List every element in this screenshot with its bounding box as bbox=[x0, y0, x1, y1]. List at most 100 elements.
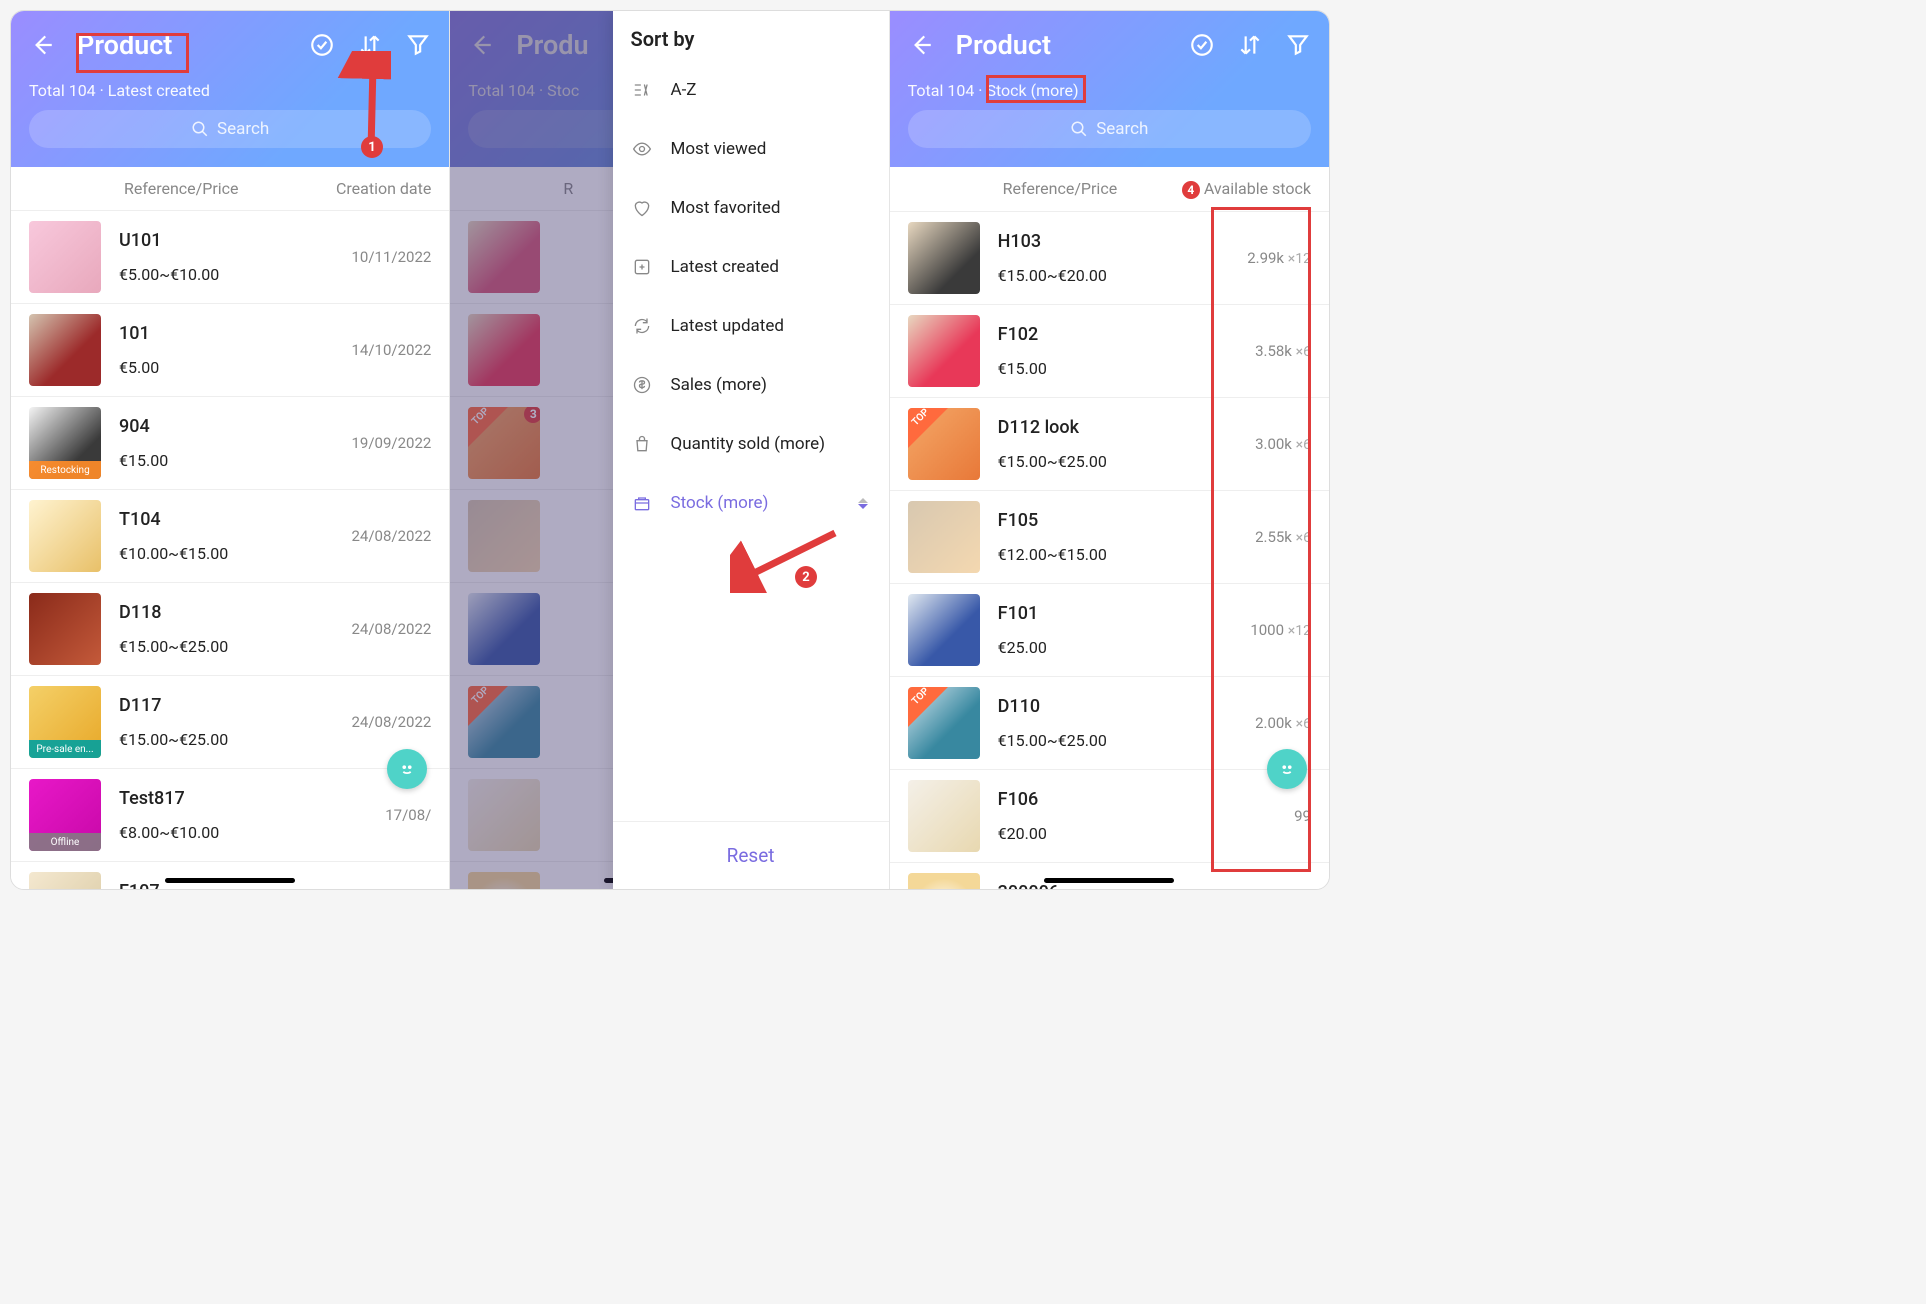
product-reference: D112 look bbox=[998, 417, 1255, 438]
home-indicator bbox=[165, 878, 295, 883]
search-input[interactable]: Search bbox=[908, 110, 1311, 148]
back-icon[interactable] bbox=[29, 32, 55, 58]
product-thumbnail[interactable] bbox=[908, 501, 980, 573]
sort-option-label: Quantity sold (more) bbox=[671, 434, 826, 454]
sort-option-most-viewed[interactable]: Most viewed bbox=[613, 120, 889, 179]
sort-icon[interactable] bbox=[357, 32, 383, 58]
product-status-badge: Offline bbox=[29, 833, 101, 851]
top-ribbon-icon bbox=[908, 687, 948, 727]
product-stock: 99 bbox=[1294, 807, 1311, 825]
product-row[interactable]: U101 €5.00~€10.00 10/11/2022 bbox=[11, 210, 449, 303]
product-row[interactable]: T104 €10.00~€15.00 24/08/2022 bbox=[11, 489, 449, 582]
page-title: Product bbox=[956, 29, 1051, 61]
top-ribbon-icon bbox=[908, 408, 948, 448]
product-reference: 101 bbox=[119, 323, 352, 344]
product-thumbnail[interactable] bbox=[29, 593, 101, 665]
product-price: €8.00~€10.00 bbox=[119, 823, 385, 842]
product-thumbnail[interactable]: Offline bbox=[908, 873, 980, 889]
product-stock: 2.99k ×12 bbox=[1247, 249, 1311, 267]
product-thumbnail[interactable] bbox=[908, 222, 980, 294]
product-date: 24/08/2022 bbox=[352, 527, 432, 545]
az-icon bbox=[631, 79, 653, 101]
filter-icon[interactable] bbox=[1285, 32, 1311, 58]
product-row[interactable]: 101 €5.00 14/10/2022 bbox=[11, 303, 449, 396]
product-row[interactable]: D110 €15.00~€25.00 2.00k ×6 bbox=[890, 676, 1329, 769]
product-date: 24/08/2022 bbox=[352, 620, 432, 638]
product-row[interactable]: F106 €20.00 99 bbox=[890, 769, 1329, 862]
sort-option-sales-more-[interactable]: Sales (more) bbox=[613, 356, 889, 415]
product-price: €15.00 bbox=[998, 359, 1255, 378]
column-headers: Reference/Price Creation date bbox=[11, 167, 449, 210]
plus-box-icon bbox=[631, 256, 653, 278]
product-thumbnail[interactable]: Restocking bbox=[29, 407, 101, 479]
product-thumbnail[interactable] bbox=[29, 221, 101, 293]
heart-icon bbox=[631, 197, 653, 219]
filter-icon[interactable] bbox=[405, 32, 431, 58]
product-row[interactable]: D112 look €15.00~€25.00 3.00k ×6 bbox=[890, 397, 1329, 490]
product-price: €5.00 bbox=[119, 358, 352, 377]
product-thumbnail[interactable]: Pre-sale en... bbox=[29, 686, 101, 758]
bag-icon bbox=[631, 433, 653, 455]
product-date: 19/09/2022 bbox=[352, 434, 432, 452]
search-input[interactable]: Search bbox=[29, 110, 431, 148]
product-row[interactable]: F102 €15.00 3.58k ×6 bbox=[890, 304, 1329, 397]
home-indicator bbox=[1044, 878, 1174, 883]
product-row[interactable]: F105 €12.00~€15.00 2.55k ×6 bbox=[890, 490, 1329, 583]
page-title: Product bbox=[77, 29, 172, 61]
product-row[interactable]: Restocking 904 €15.00 19/09/2022 bbox=[11, 396, 449, 489]
product-reference: D118 bbox=[119, 602, 352, 623]
sort-reset-button[interactable]: Reset bbox=[613, 821, 889, 889]
select-mode-icon[interactable] bbox=[1189, 32, 1215, 58]
col-available-stock: 4Available stock bbox=[1182, 179, 1311, 199]
eye-icon bbox=[631, 138, 653, 160]
product-stock: 2.55k ×6 bbox=[1255, 528, 1311, 546]
sort-option-latest-created[interactable]: Latest created bbox=[613, 238, 889, 297]
product-date: 14/10/2022 bbox=[352, 341, 432, 359]
product-row[interactable]: Offline 300006 €50.00 1.97k ×6 bbox=[890, 862, 1329, 889]
sort-option-latest-updated[interactable]: Latest updated bbox=[613, 297, 889, 356]
phone-2-sort-panel: Produ Total 104 · Stoc R 3 Offline bbox=[450, 11, 889, 889]
product-date: 10/11/2022 bbox=[352, 248, 432, 266]
product-date: 17/08/ bbox=[385, 806, 431, 824]
phone-1-list: Product Total 104 · Latest created Searc… bbox=[11, 11, 450, 889]
sort-option-label: Most viewed bbox=[671, 139, 767, 159]
product-thumbnail[interactable] bbox=[908, 687, 980, 759]
sort-direction-icon[interactable] bbox=[855, 498, 871, 509]
product-price: €15.00~€25.00 bbox=[119, 637, 352, 656]
product-row[interactable]: D118 €15.00~€25.00 24/08/2022 bbox=[11, 582, 449, 675]
sort-option-stock-more-[interactable]: Stock (more) bbox=[613, 474, 889, 533]
product-thumbnail[interactable] bbox=[908, 594, 980, 666]
product-status-badge: Pre-sale en... bbox=[29, 740, 101, 758]
product-status-badge: Restocking bbox=[29, 461, 101, 479]
product-thumbnail[interactable]: Sold Out bbox=[29, 872, 101, 889]
sort-option-a-z[interactable]: A-Z bbox=[613, 61, 889, 120]
product-thumbnail[interactable] bbox=[29, 500, 101, 572]
back-icon[interactable] bbox=[908, 32, 934, 58]
product-row[interactable]: F101 €25.00 1000 ×12 bbox=[890, 583, 1329, 676]
select-mode-icon[interactable] bbox=[309, 32, 335, 58]
product-price: €15.00~€20.00 bbox=[998, 266, 1248, 285]
product-row[interactable]: Pre-sale en... D117 €15.00~€25.00 24/08/… bbox=[11, 675, 449, 768]
product-row[interactable]: Sold Out F107 €12.00~€15.00 04/08/2022 bbox=[11, 861, 449, 889]
product-price: €15.00 bbox=[119, 451, 352, 470]
chat-fab[interactable] bbox=[1267, 749, 1307, 789]
product-row[interactable]: H103 €15.00~€20.00 2.99k ×12 bbox=[890, 211, 1329, 304]
product-price: €25.00 bbox=[998, 638, 1251, 657]
product-reference: U101 bbox=[119, 230, 352, 251]
product-reference: 300006 bbox=[998, 882, 1255, 889]
product-thumbnail[interactable] bbox=[908, 315, 980, 387]
product-row[interactable]: Offline Test817 €8.00~€10.00 17/08/ bbox=[11, 768, 449, 861]
sort-option-label: Latest created bbox=[671, 257, 779, 277]
sort-option-quantity-sold-more-[interactable]: Quantity sold (more) bbox=[613, 415, 889, 474]
product-thumbnail[interactable]: Offline bbox=[29, 779, 101, 851]
product-thumbnail[interactable] bbox=[29, 314, 101, 386]
sort-option-label: Most favorited bbox=[671, 198, 781, 218]
product-thumbnail[interactable] bbox=[908, 408, 980, 480]
product-reference: F101 bbox=[998, 603, 1251, 624]
product-reference: Test817 bbox=[119, 788, 385, 809]
product-thumbnail[interactable] bbox=[908, 780, 980, 852]
sort-icon[interactable] bbox=[1237, 32, 1263, 58]
sort-panel-title: Sort by bbox=[613, 11, 889, 61]
product-reference: F106 bbox=[998, 789, 1294, 810]
sort-option-most-favorited[interactable]: Most favorited bbox=[613, 179, 889, 238]
